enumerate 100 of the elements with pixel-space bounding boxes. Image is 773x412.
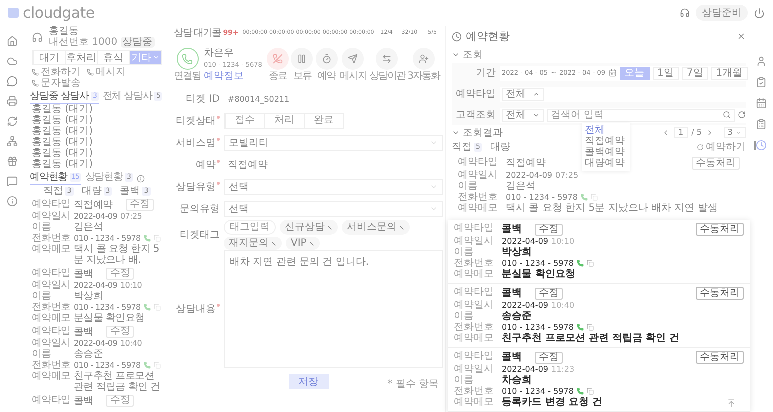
save-button[interactable]: 저장 (288, 374, 328, 389)
segment-option[interactable]: 완료 (304, 114, 343, 128)
range-button[interactable]: 1일 (652, 66, 679, 80)
phone-icon[interactable] (144, 362, 151, 369)
tag-chip[interactable]: VIP (286, 237, 320, 250)
agent-list-item[interactable]: 홍길동 (대기) (28, 126, 166, 137)
phone-icon[interactable] (580, 194, 588, 201)
edit-button[interactable]: 수정 (535, 352, 563, 364)
copy-icon[interactable] (586, 388, 594, 395)
close-icon[interactable] (308, 240, 315, 246)
scroll-to-top-icon[interactable] (727, 399, 736, 408)
field-label: 예약일시 (32, 211, 72, 222)
home-icon[interactable] (6, 36, 18, 47)
phone-icon[interactable] (144, 235, 151, 242)
call-action-button[interactable]: 메시지 (340, 48, 367, 82)
close-icon[interactable] (271, 240, 277, 246)
printer-icon[interactable] (6, 96, 18, 107)
agent-list-item[interactable]: 홍길동 (대기) (28, 148, 166, 159)
cloud-icon[interactable] (6, 56, 18, 67)
segment-option[interactable]: 접수 (225, 114, 264, 128)
filter-chip[interactable]: 대량 (490, 142, 510, 152)
agent-list-item[interactable]: 홍길동 (대기) (28, 159, 166, 170)
range-button[interactable]: 1개월 (711, 66, 748, 80)
select-field[interactable]: 선택 (224, 201, 443, 217)
phone-icon[interactable] (576, 388, 584, 395)
clock-icon[interactable] (756, 140, 767, 151)
close-icon[interactable] (737, 32, 746, 42)
call-action-button[interactable]: 예약 (316, 48, 338, 82)
caller-name: 차은우 (204, 48, 234, 60)
calendar-icon[interactable] (608, 69, 617, 77)
tag-chip[interactable]: 신규상담 (280, 220, 338, 235)
agent-action-link[interactable]: 전화하기 (32, 67, 81, 78)
headset-icon[interactable] (680, 8, 690, 18)
manual-process-button[interactable]: 수동처리 (696, 287, 744, 300)
copy-icon[interactable] (586, 260, 594, 267)
reserve-link[interactable]: 예약하기 (697, 140, 746, 154)
caret-icon (533, 112, 540, 118)
call-action-button[interactable]: 보류 (291, 48, 314, 82)
agent-list-item[interactable]: 홍길동 (대기) (28, 137, 166, 148)
phone-icon[interactable] (576, 260, 584, 267)
edit-button[interactable]: 수정 (106, 395, 134, 407)
network-icon[interactable] (6, 136, 18, 147)
manual-process-button[interactable]: 수동처리 (692, 157, 740, 170)
phone-icon[interactable] (176, 48, 198, 70)
phone-icon[interactable] (144, 304, 151, 311)
agent-action-link[interactable]: 메시지 (87, 67, 126, 78)
tag-chip[interactable]: 재지문의 (224, 237, 282, 250)
segment-option[interactable]: 처리 (264, 114, 304, 128)
info-icon[interactable] (6, 196, 18, 207)
close-icon[interactable] (327, 224, 333, 230)
user-icon[interactable] (756, 56, 767, 67)
agent-action-link[interactable]: 문자발송 (32, 78, 81, 89)
phone-icon (87, 69, 94, 76)
tag-input[interactable]: 태그입력 (224, 220, 276, 235)
agent-status-badge[interactable]: 상담준비 (696, 5, 748, 21)
info-icon[interactable] (136, 174, 145, 182)
close-icon[interactable] (399, 224, 405, 230)
range-button[interactable]: 7일 (682, 66, 708, 80)
refresh-icon[interactable] (6, 116, 18, 127)
field-label: 예약일시 (458, 170, 499, 181)
agent-list-item[interactable]: 홍길동 (대기) (28, 104, 166, 115)
edit-button[interactable]: 수정 (106, 326, 134, 338)
page-size-select[interactable]: 3 (724, 127, 746, 138)
manual-process-button[interactable]: 수동처리 (696, 351, 744, 364)
gift-icon[interactable] (6, 156, 18, 167)
consultation-textarea[interactable]: 배차 지연 관련 문의 건 입니다. (224, 250, 443, 368)
page-field[interactable]: 1 (674, 127, 688, 138)
manual-process-button[interactable]: 수동처리 (696, 223, 744, 236)
call-action-button[interactable]: 3자통화 (408, 48, 440, 82)
chat-bubble-icon[interactable] (6, 76, 18, 87)
type-select[interactable]: 전체 (502, 88, 544, 100)
tag-chip[interactable]: 서비스문의 (342, 220, 410, 235)
edit-button[interactable]: 수정 (106, 268, 134, 280)
call-action-button[interactable]: 종료 (267, 48, 289, 82)
dropdown-option[interactable]: 콜백예약 (585, 147, 627, 158)
message-icon[interactable] (6, 176, 18, 187)
call-action-button[interactable]: 상담이관 (369, 48, 406, 82)
phone-icon[interactable] (576, 324, 584, 331)
dropdown-option[interactable]: 대량예약 (585, 158, 627, 169)
clipboard-check-icon[interactable] (756, 77, 767, 88)
status-button[interactable]: 후처리 (65, 51, 97, 64)
agent-list-item[interactable]: 홍길동 (대기) (28, 115, 166, 126)
copy-icon[interactable] (586, 324, 594, 331)
select-field[interactable]: 모빌리티 (224, 135, 443, 151)
field-label: 예약타입 (454, 287, 495, 298)
refresh-icon[interactable] (738, 111, 746, 119)
select-field[interactable]: 선택 (224, 179, 443, 195)
dropdown-option[interactable]: 전체 (585, 125, 627, 136)
reservation-info-link[interactable]: 예약정보 (204, 71, 244, 82)
search-icon[interactable] (723, 111, 731, 119)
dropdown-option[interactable]: 직접예약 (585, 136, 627, 147)
power-icon[interactable] (754, 8, 765, 18)
calendar-icon[interactable] (756, 98, 767, 109)
clipboard-list-icon[interactable] (756, 119, 767, 130)
status-badge: 상담중 (120, 37, 155, 48)
edit-button[interactable]: 수정 (126, 199, 154, 211)
customer-select[interactable]: 전체 (502, 108, 544, 122)
search-field[interactable]: 검색어 입력 (547, 108, 735, 122)
edit-button[interactable]: 수정 (535, 288, 563, 300)
edit-button[interactable]: 수정 (535, 224, 563, 236)
